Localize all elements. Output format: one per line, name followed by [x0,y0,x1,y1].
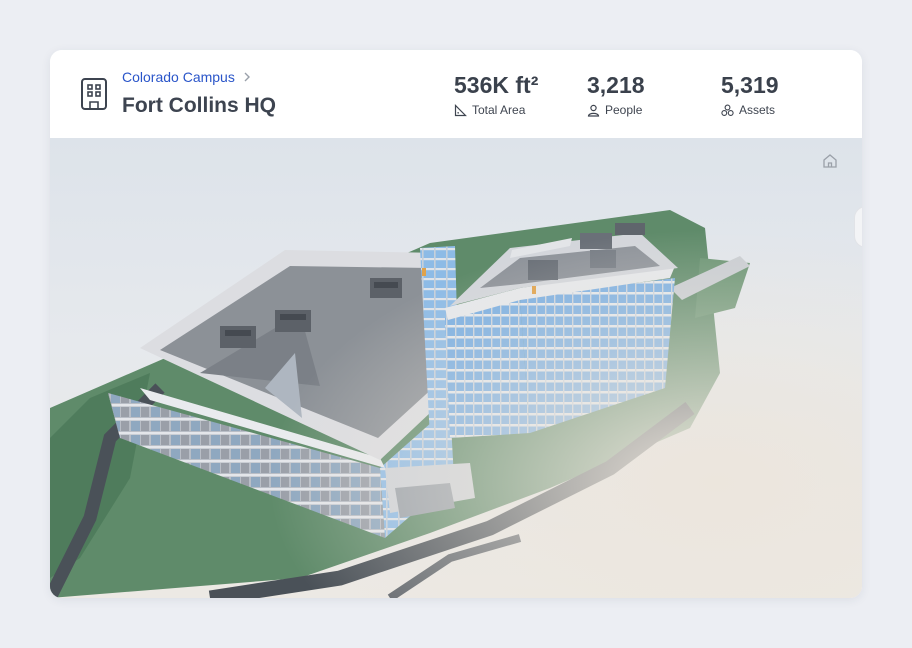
stat-label: People [605,103,643,117]
building-summary-card: Colorado Campus Fort Collins HQ 536K ft²… [50,50,862,598]
stat-people: 3,218 People [587,72,645,117]
page-title: Fort Collins HQ [122,94,276,117]
breadcrumb-colorado-campus[interactable]: Colorado Campus [122,69,235,85]
person-icon [587,104,600,117]
stat-value: 536K ft² [454,72,539,98]
side-panel-toggle[interactable] [854,206,862,248]
stat-value: 3,218 [587,72,645,98]
building-3d-viewer[interactable] [50,138,862,598]
breadcrumb: Colorado Campus [122,69,251,85]
home-icon[interactable] [820,151,840,171]
card-header: Colorado Campus Fort Collins HQ 536K ft²… [50,50,862,138]
stat-label: Total Area [472,103,526,117]
stat-label: Assets [739,103,776,117]
building-icon [81,78,107,110]
stat-total-area: 536K ft² Total Area [454,72,538,117]
chevron-right-icon [244,72,250,82]
stat-assets: 5,319 Assets [721,72,779,117]
area-icon [454,103,467,116]
stat-value: 5,319 [721,72,779,98]
assets-icon [721,104,734,116]
building-model [50,138,862,598]
